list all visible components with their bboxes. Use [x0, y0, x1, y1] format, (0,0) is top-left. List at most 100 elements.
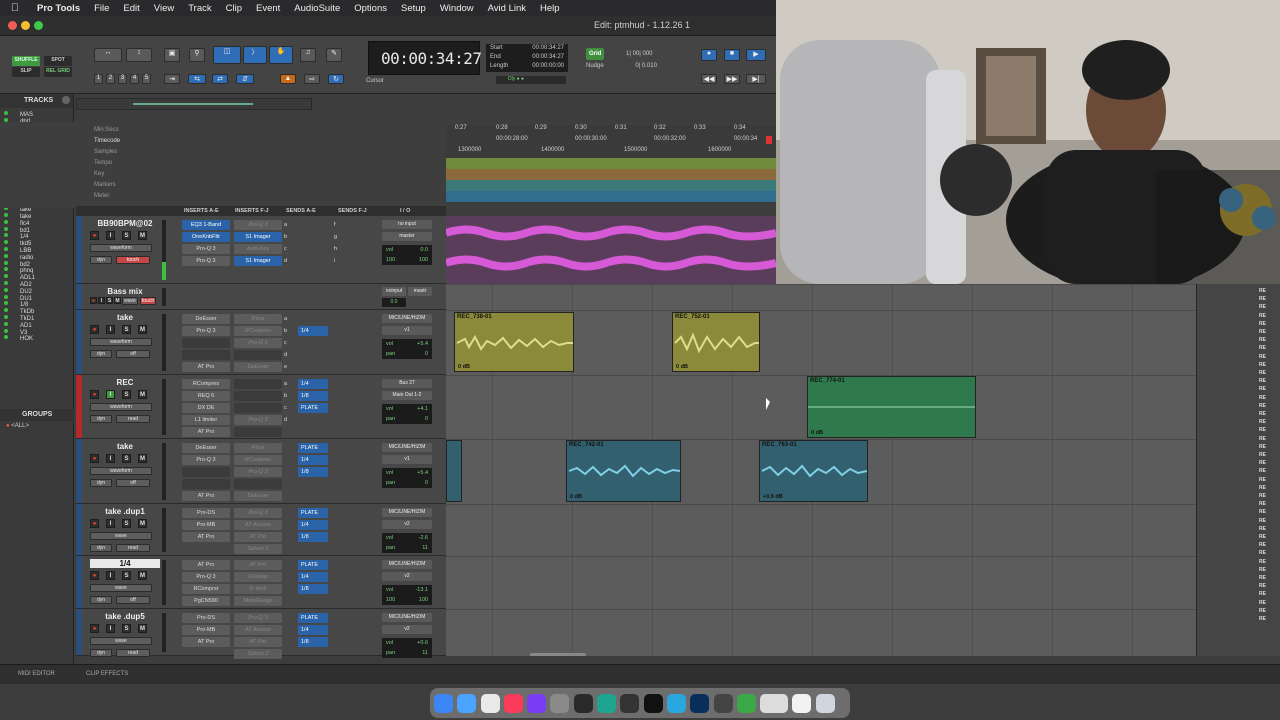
send-slot[interactable]: c	[284, 244, 330, 254]
playlist-dyn-button[interactable]: dyn	[90, 415, 112, 423]
insert-slot-ae[interactable]: OneKnbFltr	[182, 232, 230, 242]
menu-edit[interactable]: Edit	[116, 3, 146, 14]
menu-view[interactable]: View	[147, 3, 181, 14]
insert-slot-fj[interactable]: S1 Imager	[234, 232, 282, 242]
track-name[interactable]: take .dup5	[90, 612, 160, 621]
send-active[interactable]: 1/4	[298, 379, 328, 389]
clip-list-label[interactable]: RE	[1259, 460, 1266, 466]
clip-list-label[interactable]: RE	[1259, 567, 1266, 573]
clip-list-label[interactable]: RE	[1259, 468, 1266, 474]
send-slot-fj[interactable]: h	[334, 244, 380, 254]
clip-list-label[interactable]: RE	[1259, 452, 1266, 458]
volume-value[interactable]: +0.6	[417, 638, 428, 648]
grabber-tool-icon[interactable]: ✋	[269, 46, 293, 64]
output-selector[interactable]: v1	[382, 326, 432, 335]
output-selector[interactable]: v2	[382, 572, 432, 581]
app-icon[interactable]	[597, 693, 617, 713]
input-selector[interactable]: MIC/LINE/HIZ/M	[382, 613, 432, 622]
insert-slot-fj[interactable]: S1 Imager	[234, 256, 282, 266]
insert-slot-ae[interactable]: Pro-MB	[182, 625, 230, 635]
menu-clip[interactable]: Clip	[219, 3, 249, 14]
automation-mode-selector[interactable]: off	[116, 479, 150, 487]
markers-ruler[interactable]	[446, 180, 776, 191]
window-preview-icon[interactable]	[760, 693, 789, 713]
input-selector[interactable]: MIC/LINE/HIZ/M	[382, 560, 432, 569]
pan-value[interactable]: 0	[425, 414, 428, 424]
input-selector[interactable]: MIC/LINE/HIZ/M	[382, 443, 432, 452]
insert-slot-fj[interactable]	[234, 479, 282, 489]
close-window-button[interactable]	[8, 21, 17, 30]
clip-list-label[interactable]: RE	[1259, 436, 1266, 442]
menu-file[interactable]: File	[87, 3, 116, 14]
insert-slot-fj[interactable]: H-Delay	[234, 572, 282, 582]
clip-effects-tab[interactable]: CLIP EFFECTS	[86, 671, 128, 677]
insert-slot-fj[interactable]: Pro-Q 3	[234, 508, 282, 518]
output-selector[interactable]: v1	[382, 455, 432, 464]
online-icon[interactable]: ▶	[746, 49, 766, 61]
send-active[interactable]: 1/8	[298, 391, 328, 401]
clip-list-label[interactable]: RE	[1259, 288, 1266, 294]
record-enable-button[interactable]: ●	[90, 571, 99, 580]
insert-slot-ae[interactable]: AT Pro	[182, 427, 230, 437]
solo-button[interactable]: S	[122, 231, 131, 240]
insert-slot-ae[interactable]: AT Pro	[182, 491, 230, 501]
midi-editor-tab[interactable]: MIDI EDITOR	[18, 671, 55, 677]
send-active[interactable]: PLATE	[298, 560, 328, 570]
input-monitor-button[interactable]: I	[106, 325, 115, 334]
send-active[interactable]: PLATE	[298, 508, 328, 518]
nudge-value[interactable]: 0| 0.010	[635, 63, 657, 69]
clip-rec-763[interactable]: REC_763-01 +0.9 dB	[759, 440, 868, 502]
send-active[interactable]: 1/8	[298, 584, 328, 594]
insert-slot-fj[interactable]	[234, 379, 282, 389]
go-to-end-icon[interactable]: ▶|	[746, 74, 766, 84]
insert-slot-ae[interactable]: AT Pro	[182, 532, 230, 542]
input-monitor-button[interactable]: I	[106, 571, 115, 580]
clip-list-label[interactable]: RE	[1259, 419, 1266, 425]
zoom-preset-4[interactable]: 4	[130, 74, 139, 84]
volume-value[interactable]: +5.4	[417, 339, 428, 349]
track-visible-icon[interactable]	[4, 308, 8, 313]
send-slot[interactable]: e	[284, 362, 330, 372]
clip-list-label[interactable]: RE	[1259, 575, 1266, 581]
clip-list-label[interactable]: RE	[1259, 362, 1266, 368]
solo-button[interactable]: S	[122, 325, 131, 334]
automation-mode-selector[interactable]: read	[116, 649, 150, 657]
main-counter[interactable]: 00:00:34:27	[368, 41, 482, 75]
input-selector[interactable]: MIC/LINE/HIZ/M	[382, 314, 432, 323]
mute-button[interactable]: M	[138, 624, 147, 633]
record-enable-button[interactable]: ●	[90, 624, 99, 633]
insert-slot-ae[interactable]: RComprsr	[182, 584, 230, 594]
automation-follows-edit-icon[interactable]: ▲	[280, 74, 296, 84]
automation-mode-selector[interactable]: read	[116, 415, 150, 423]
shuffle-mode-button[interactable]: SHUFFLE	[12, 56, 40, 66]
playlist-dyn-button[interactable]: dyn	[90, 544, 112, 552]
track-name[interactable]: 1/4	[90, 559, 160, 568]
insert-slot-ae[interactable]: Pro-Q 3	[182, 244, 230, 254]
loop-playback-icon[interactable]: ↻	[328, 74, 344, 84]
track-visible-icon[interactable]	[4, 281, 8, 285]
clip-rec-738[interactable]: REC_738-01 0 dB	[454, 312, 574, 372]
insert-slot-fj[interactable]: Pro-Q 3	[234, 220, 282, 230]
insert-slot-fj[interactable]: AT Access	[234, 625, 282, 635]
finder-icon[interactable]	[434, 693, 453, 713]
pre-post-roll-display[interactable]: Dly ● ●	[496, 76, 566, 84]
record-enable-button[interactable]: ●	[90, 390, 99, 399]
clip-rec-774[interactable]: REC_774-01 0 dB	[807, 376, 976, 438]
insert-slot-ae[interactable]: Pro-Q 3	[182, 256, 230, 266]
send-slot[interactable]: d	[284, 256, 330, 266]
volume-value[interactable]: +5.4	[417, 468, 428, 478]
playlist-dyn-button[interactable]: dyn	[90, 596, 112, 604]
insert-slot-fj[interactable]	[234, 350, 282, 360]
insert-slot-ae[interactable]: AT Pro	[182, 637, 230, 647]
clip-list-label[interactable]: RE	[1259, 493, 1266, 499]
pan-value[interactable]: 0	[425, 349, 428, 359]
send-slot[interactable]: a	[284, 220, 330, 230]
track-visible-icon[interactable]	[4, 233, 8, 238]
meter-ruler[interactable]	[446, 191, 776, 202]
track-view-selector[interactable]: waveform	[90, 244, 152, 252]
send-slot-fj[interactable]: i	[334, 256, 380, 266]
track-visible-icon[interactable]	[4, 335, 8, 340]
track-m-button[interactable]: M	[114, 297, 121, 304]
clip-list-label[interactable]: RE	[1259, 321, 1266, 327]
input-monitor-button[interactable]: I	[106, 519, 115, 528]
